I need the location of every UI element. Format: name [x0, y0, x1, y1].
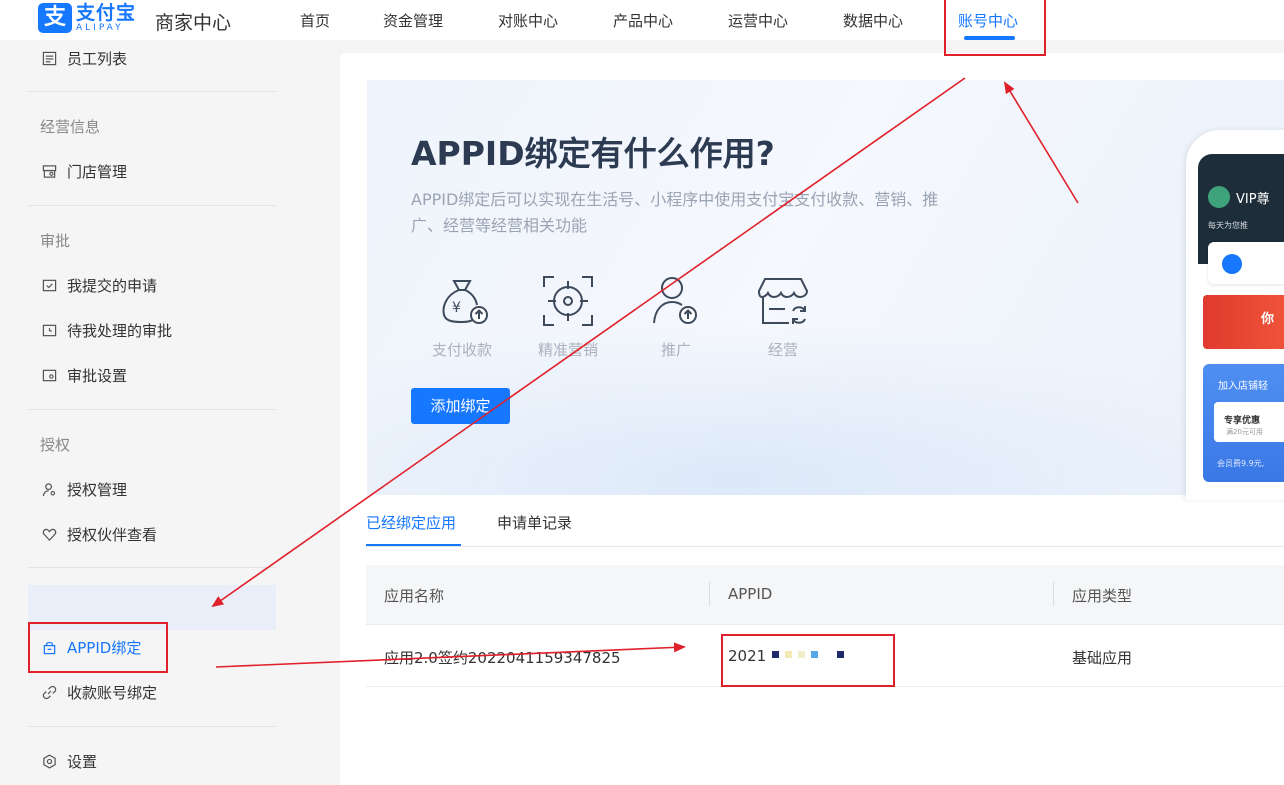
store-icon — [40, 163, 58, 181]
top-navigation: 支 支付宝 ALIPAY 商家中心 首页 资金管理 对账中心 产品中心 运营中心… — [0, 0, 1284, 40]
sidebar-divider — [28, 726, 276, 727]
sidebar-divider — [28, 91, 276, 92]
cell-appid: 2021 — [728, 647, 767, 665]
sidebar-item-label: 待我处理的审批 — [67, 322, 173, 340]
gear-icon — [40, 753, 58, 771]
sidebar-divider — [28, 205, 276, 206]
tab-application-records[interactable]: 申请单记录 — [497, 512, 572, 533]
sidebar-item-label: 授权伙伴查看 — [67, 526, 158, 544]
wallet-icon — [1222, 254, 1242, 274]
feature-marketing: 精准营销 — [530, 275, 606, 360]
vip-badge-icon — [1208, 186, 1230, 208]
sidebar-divider — [28, 409, 276, 410]
alipay-logo-icon: 支 — [38, 3, 72, 33]
lock-icon — [40, 639, 58, 657]
cell-app-name: 应用2.0签约2022041159347825 — [384, 649, 621, 667]
nav-home[interactable]: 首页 — [300, 10, 330, 31]
tab-bound-apps[interactable]: 已经绑定应用 — [366, 512, 456, 533]
sidebar-item-account-bind[interactable]: 收款账号绑定 — [40, 682, 157, 703]
feature-label: 精准营销 — [537, 341, 598, 359]
nav-funds[interactable]: 资金管理 — [383, 10, 443, 31]
money-bag-icon: ¥ — [442, 280, 488, 324]
phone-red-text: 你 — [1261, 312, 1275, 327]
column-header-appid: APPID — [728, 585, 773, 603]
appid-redaction — [772, 651, 844, 658]
nav-active-indicator — [964, 36, 1015, 40]
feature-label: 经营 — [767, 341, 798, 359]
tab-active-indicator — [366, 544, 461, 546]
link-icon — [40, 684, 58, 702]
nav-data[interactable]: 数据中心 — [843, 10, 903, 31]
sidebar-item-label: APPID绑定 — [67, 639, 142, 657]
sidebar — [0, 40, 290, 785]
sidebar-item-appid-bind[interactable]: APPID绑定 — [40, 637, 141, 658]
sidebar-group-approval: 审批 — [40, 232, 71, 250]
nav-products[interactable]: 产品中心 — [613, 10, 673, 31]
phone-coupon-sub: 满20元可用 — [1226, 428, 1263, 436]
sidebar-item-label: 员工列表 — [67, 50, 128, 68]
sidebar-item-pending-approval[interactable]: 待我处理的审批 — [40, 320, 172, 341]
sidebar-item-auth-mgmt[interactable]: 授权管理 — [40, 479, 127, 500]
sidebar-divider — [28, 567, 276, 568]
person-upload-icon — [653, 277, 697, 324]
sidebar-item-store-mgmt[interactable]: 门店管理 — [40, 161, 127, 182]
cell-app-type: 基础应用 — [1072, 649, 1133, 667]
phone-vip-text: VIP尊 — [1236, 192, 1270, 207]
sidebar-item-label: 门店管理 — [67, 163, 128, 181]
table-header — [366, 565, 1284, 625]
sidebar-item-label: 授权管理 — [67, 481, 128, 499]
sidebar-item-approval-settings[interactable]: 审批设置 — [40, 365, 127, 386]
banner-title: APPID绑定有什么作用? — [411, 134, 775, 173]
phone-coupon-title: 专享优惠 — [1224, 416, 1261, 426]
sidebar-item-label: 我提交的申请 — [67, 277, 158, 295]
nav-account-center[interactable]: 账号中心 — [958, 10, 1018, 31]
svg-text:¥: ¥ — [452, 300, 461, 316]
sidebar-group-business: 经营信息 — [40, 118, 101, 136]
feature-payment: ¥ 支付收款 — [424, 275, 500, 360]
nav-reconciliation[interactable]: 对账中心 — [498, 10, 558, 31]
portal-title: 商家中心 — [155, 12, 232, 34]
user-key-icon — [40, 481, 58, 499]
column-header-app-name: 应用名称 — [384, 587, 445, 605]
alipay-merchant-page: 支 支付宝 ALIPAY 商家中心 首页 资金管理 对账中心 产品中心 运营中心… — [0, 0, 1284, 785]
sidebar-item-label: 审批设置 — [67, 367, 128, 385]
sidebar-group-auth: 授权 — [40, 436, 71, 454]
sidebar-item-auth-partner[interactable]: 授权伙伴查看 — [40, 524, 157, 545]
phone-preview: VIP尊 每天为您推 你 加入店铺轻 专享优惠 满20元可用 会员费9.9元, — [1186, 130, 1284, 500]
sidebar-item-label: 收款账号绑定 — [67, 684, 158, 702]
logo-name: 支付宝 — [76, 1, 137, 24]
sidebar-item-staff-list[interactable]: 员工列表 — [40, 48, 127, 69]
heart-link-icon — [40, 526, 58, 544]
feature-label: 推广 — [660, 341, 691, 359]
target-icon — [543, 276, 593, 326]
feature-operations: 经营 — [745, 275, 821, 360]
feature-promotion: 推广 — [638, 275, 714, 360]
alipay-logo[interactable]: 支 支付宝 ALIPAY — [38, 3, 136, 33]
settings-box-icon — [40, 367, 58, 385]
sidebar-item-my-submitted[interactable]: 我提交的申请 — [40, 275, 157, 296]
phone-blue-title: 加入店铺轻 — [1218, 381, 1268, 392]
sidebar-item-settings[interactable]: 设置 — [40, 751, 97, 772]
feature-label: 支付收款 — [431, 341, 492, 359]
checkbox-icon — [40, 277, 58, 295]
banner-description: APPID绑定后可以实现在生活号、小程序中使用支付宝支付收款、营销、推广、经营等… — [411, 190, 939, 235]
sidebar-item-label: 设置 — [67, 753, 98, 771]
list-icon — [40, 50, 58, 68]
nav-operations[interactable]: 运营中心 — [728, 10, 788, 31]
add-binding-button[interactable]: 添加绑定 — [411, 388, 510, 424]
column-header-app-type: 应用类型 — [1072, 587, 1133, 605]
phone-sub-text: 每天为您推 — [1208, 221, 1248, 230]
phone-footer-text: 会员费9.9元, — [1217, 459, 1265, 468]
clock-box-icon — [40, 322, 58, 340]
tab-bar-divider — [366, 546, 1284, 547]
logo-english: ALIPAY — [76, 22, 124, 33]
sidebar-active-highlight — [28, 585, 276, 630]
store-refresh-icon — [757, 278, 809, 324]
